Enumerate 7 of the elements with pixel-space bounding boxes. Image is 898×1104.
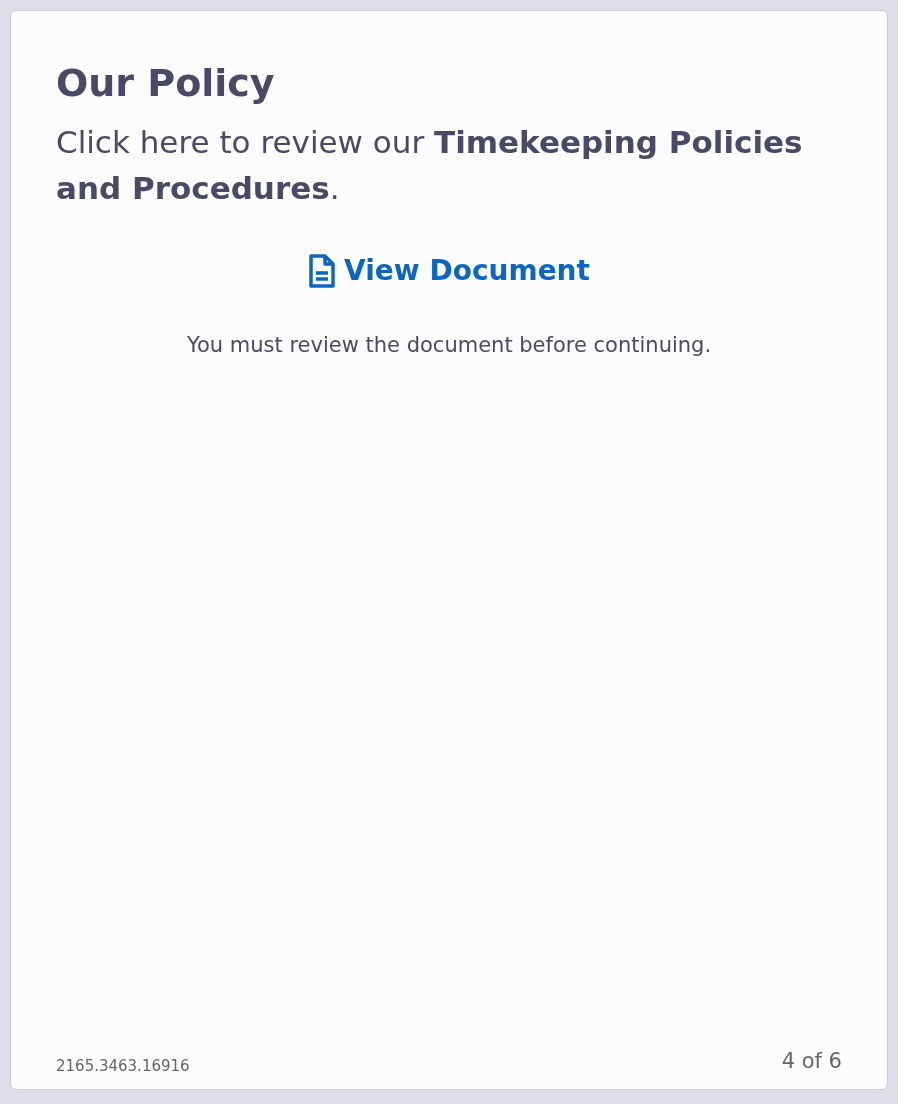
review-notice: You must review the document before continuing.	[185, 331, 713, 359]
view-document-link[interactable]: View Document	[308, 249, 590, 292]
version-code: 2165.3463.16916	[56, 1055, 190, 1077]
document-icon	[308, 252, 337, 289]
intro-text: Click here to review our Timekeeping Policies and Procedures.	[56, 122, 804, 209]
card-title: Our Policy	[56, 63, 275, 105]
page-indicator: 4 of 6	[781, 1047, 842, 1075]
